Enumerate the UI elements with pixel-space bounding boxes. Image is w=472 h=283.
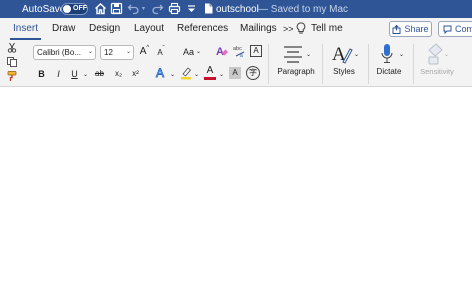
font-color-letter: A [206,65,214,76]
share-label: Share [404,24,429,34]
tell-me-search[interactable]: Tell me [311,22,343,36]
comments-label: Com [455,24,472,34]
dictate-label[interactable]: Dictate [372,67,406,76]
character-shading-button[interactable]: A [229,67,241,79]
strikethrough-button[interactable]: ab [93,67,106,80]
customize-toolbar-icon[interactable] [185,2,198,15]
chevron-down-icon: ⌄ [443,51,450,58]
sensitivity-icon [426,43,444,65]
decrease-font-size-button[interactable]: Aˇ [155,45,167,59]
lightbulb-icon [296,22,306,36]
bold-button[interactable]: B [37,67,46,80]
highlight-color-icon[interactable] [180,66,192,80]
tab-insert[interactable]: Insert [13,22,38,36]
autosave-state: OFF [73,5,87,12]
chevron-down-icon[interactable]: ⌄ [305,48,312,60]
font-name-select[interactable]: Calibri (Bo... ⌄ [33,45,96,60]
ribbon-divider [268,44,269,84]
redo-icon[interactable] [151,2,164,15]
font-color-swatch [204,77,216,80]
chevron-down-icon: ⌄ [195,49,202,55]
tab-layout[interactable]: Layout [134,22,164,36]
caret-down-icon: ˇ [162,46,165,52]
chevron-down-icon[interactable]: ⌄ [193,68,200,80]
share-icon [392,24,401,34]
font-size-value: 12 [104,48,113,57]
document-icon [202,2,215,15]
change-case-label: Aa [182,46,194,57]
ribbon-divider [368,44,369,84]
tab-design[interactable]: Design [89,22,120,36]
chevron-down-icon[interactable]: ⌄ [398,48,405,60]
chevron-down-icon[interactable]: ⌄ [353,48,360,60]
undo-dropdown-icon[interactable]: ▾ [140,2,147,15]
title-bar: AutoSave OFF ▾ outschool — Saved to my M… [0,0,472,18]
comments-button[interactable]: Com [438,21,472,37]
subscript-button[interactable]: x₂ [113,67,124,80]
chevron-down-icon[interactable]: ⌄ [82,68,89,80]
tab-mailings[interactable]: Mailings [240,22,277,36]
ribbon-divider [413,44,414,84]
underline-button[interactable]: U [70,67,79,80]
abc-icon[interactable]: abc a [233,44,247,59]
ribbon-divider [322,44,323,84]
paragraph-label[interactable]: Paragraph [274,67,318,76]
italic-button[interactable]: I [54,67,63,80]
font-name-value: Calibri (Bo... [37,48,82,57]
increase-font-size-button[interactable]: A ^ [138,44,151,59]
chevron-down-icon: ⌄ [87,49,93,55]
autosave-label: AutoSave [22,3,66,15]
tab-draw[interactable]: Draw [52,22,75,36]
ribbon: Calibri (Bo... ⌄ 12 ⌄ A ^ Aˇ Aa ⌄ A abc a A… [0,38,472,87]
autosave-toggle[interactable]: OFF [61,3,88,15]
chevron-down-icon: ⌄ [125,49,131,55]
superscript-button[interactable]: x² [130,67,141,80]
microphone-icon[interactable] [380,43,394,65]
caret-up-icon: ^ [146,44,150,51]
sensitivity-label: Sensitivity [420,67,454,76]
format-painter-icon[interactable] [6,70,18,82]
increase-font-letter: A [139,46,147,57]
styles-icon[interactable]: A [331,43,353,65]
font-size-select[interactable]: 12 ⌄ [100,45,134,60]
change-case-button[interactable]: Aa ⌄ [180,44,204,59]
clear-formatting-icon[interactable]: A [215,45,229,58]
more-tabs-chevron[interactable]: >> [283,22,294,36]
font-color-button[interactable]: A [204,65,216,80]
tab-references[interactable]: References [177,22,228,36]
svg-text:abc: abc [233,46,242,52]
share-button[interactable]: Share [389,21,432,37]
chevron-down-icon[interactable]: ⌄ [169,68,176,80]
toggle-knob [63,5,71,13]
char-border-icon[interactable]: A [250,45,262,57]
document-canvas[interactable] [0,88,472,283]
chevron-down-icon[interactable]: ⌄ [218,68,225,80]
comment-icon [443,25,452,34]
copy-icon[interactable] [6,56,18,68]
svg-text:A: A [216,46,224,58]
cut-icon[interactable] [7,42,17,53]
undo-icon[interactable] [127,2,140,15]
styles-label[interactable]: Styles [327,67,361,76]
text-effects-icon[interactable]: A [155,65,167,81]
phonetic-guide-button[interactable]: 字 [246,66,260,80]
document-save-status: — Saved to my Mac [258,3,349,15]
svg-text:a: a [240,53,243,58]
save-icon[interactable] [110,2,123,15]
print-icon[interactable] [168,2,181,15]
svg-text:A: A [156,66,164,80]
active-tab-indicator [10,38,41,40]
paragraph-icon[interactable] [282,44,304,64]
home-icon[interactable] [94,2,107,15]
document-title: outschool [216,3,259,15]
